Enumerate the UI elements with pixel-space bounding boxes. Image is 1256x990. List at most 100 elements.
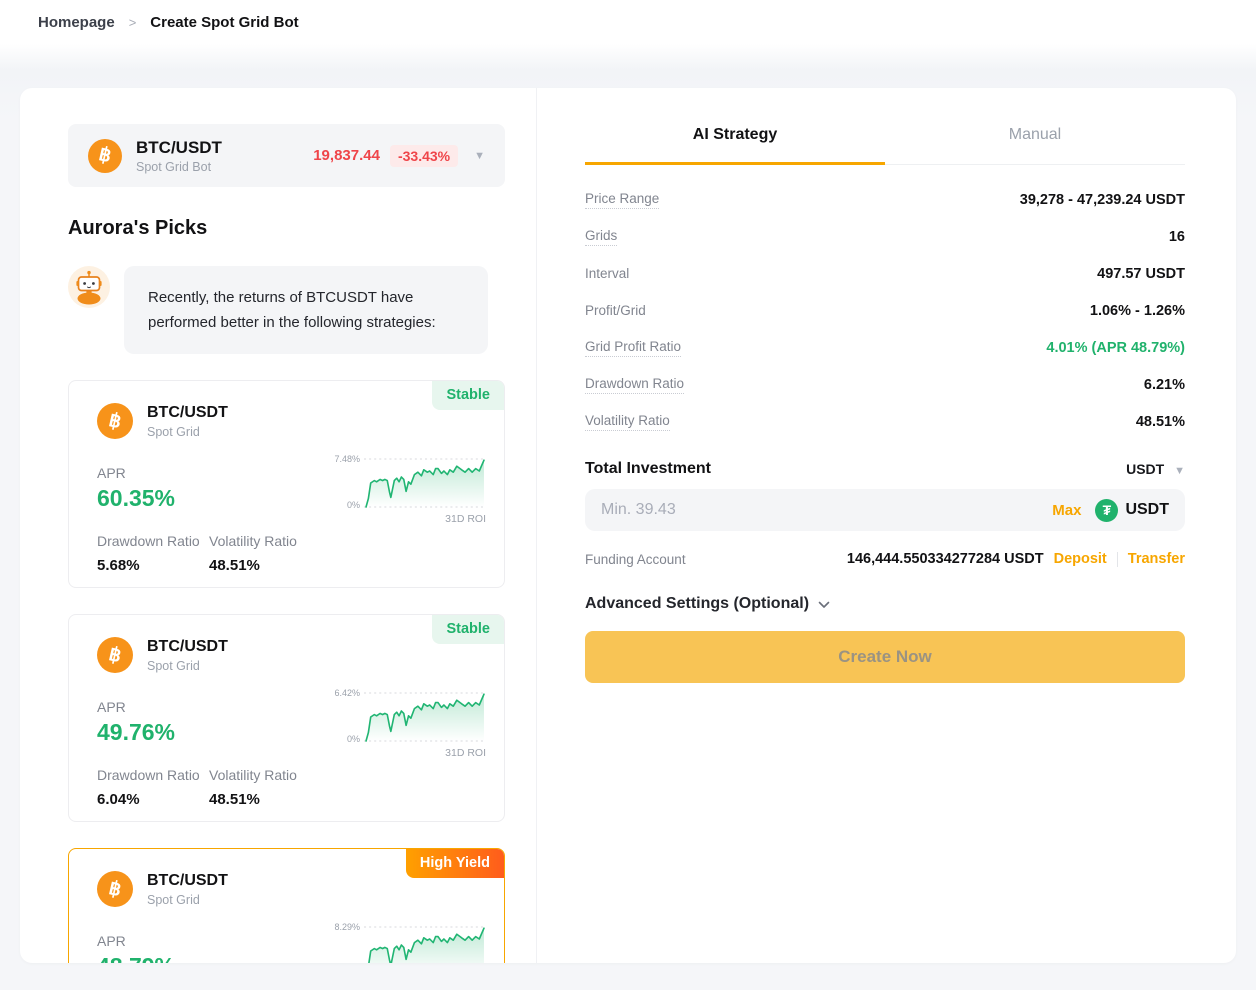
- card-pair: BTC/USDT: [147, 871, 228, 891]
- tab-ai-strategy[interactable]: AI Strategy: [585, 114, 885, 165]
- chevron-down-icon: [818, 598, 830, 612]
- advanced-settings-label: Advanced Settings (Optional): [585, 595, 809, 613]
- sparkline-caption: 31D ROI: [445, 747, 486, 759]
- max-button[interactable]: Max: [1052, 502, 1081, 519]
- card-badge: High Yield: [406, 849, 504, 878]
- strategy-card[interactable]: Stable ฿ BTC/USDT Spot Grid APR 49.76% 6…: [68, 614, 505, 822]
- pair-subtitle: Spot Grid Bot: [136, 160, 222, 174]
- parameter-list: Price Range 39,278 - 47,239.24 USDT Grid…: [585, 181, 1185, 440]
- transfer-link[interactable]: Transfer: [1128, 551, 1185, 567]
- breadcrumb: Homepage > Create Spot Grid Bot: [0, 0, 1256, 31]
- roi-sparkline-chart: 6.42% 0% 31D ROI: [326, 689, 488, 763]
- param-label: Interval: [585, 266, 629, 281]
- main-panel: ฿ BTC/USDT Spot Grid Bot 19,837.44 -33.4…: [20, 88, 1236, 963]
- sparkline-min-label: 0%: [326, 734, 360, 744]
- advice-bubble: Recently, the returns of BTCUSDT have pe…: [124, 266, 488, 354]
- param-label: Drawdown Ratio: [585, 376, 684, 394]
- left-column: ฿ BTC/USDT Spot Grid Bot 19,837.44 -33.4…: [20, 88, 537, 963]
- btc-icon: ฿: [97, 637, 133, 673]
- robot-avatar-icon: [68, 266, 110, 308]
- drawdown-value: 6.04%: [97, 791, 140, 808]
- investment-input-container: Max ₮ USDT: [585, 489, 1185, 531]
- param-row-profit-grid: Profit/Grid 1.06% - 1.26%: [585, 292, 1185, 329]
- sparkline-max-label: 8.29%: [326, 922, 360, 932]
- apr-value: 60.35%: [97, 485, 175, 512]
- param-label: Grids: [585, 228, 617, 246]
- tab-manual[interactable]: Manual: [885, 114, 1185, 165]
- card-badge: Stable: [432, 381, 504, 410]
- param-row-drawdown-ratio: Drawdown Ratio 6.21%: [585, 366, 1185, 403]
- breadcrumb-separator-icon: >: [129, 15, 137, 30]
- create-now-button[interactable]: Create Now: [585, 631, 1185, 683]
- funding-balance: 146,444.550334277284 USDT: [847, 551, 1044, 567]
- apr-label: APR: [97, 465, 126, 481]
- page-title: Create Spot Grid Bot: [150, 14, 298, 31]
- deposit-link[interactable]: Deposit: [1054, 551, 1107, 567]
- sparkline-min-label: 0%: [326, 500, 360, 510]
- chevron-down-icon: ▼: [1174, 465, 1185, 477]
- sparkline-caption: 31D ROI: [445, 513, 486, 525]
- roi-sparkline-chart: 7.48% 0% 31D ROI: [326, 455, 488, 529]
- pair-name: BTC/USDT: [136, 137, 222, 158]
- param-row-grids: Grids 16: [585, 218, 1185, 255]
- breadcrumb-home-link[interactable]: Homepage: [38, 14, 115, 31]
- card-pair: BTC/USDT: [147, 637, 228, 657]
- param-label: Profit/Grid: [585, 303, 646, 318]
- strategy-tabs: AI Strategy Manual: [585, 114, 1185, 165]
- strategy-card[interactable]: Stable ฿ BTC/USDT Spot Grid APR 60.35% 7…: [68, 380, 505, 588]
- param-label: Grid Profit Ratio: [585, 339, 681, 357]
- usdt-icon: ₮: [1095, 499, 1118, 522]
- btc-icon: ฿: [97, 871, 133, 907]
- drawdown-label: Drawdown Ratio: [97, 533, 200, 549]
- investment-amount-input[interactable]: [601, 501, 1052, 519]
- param-row-price-range: Price Range 39,278 - 47,239.24 USDT: [585, 181, 1185, 218]
- volatility-value: 48.51%: [209, 557, 260, 574]
- param-value: 497.57 USDT: [1097, 266, 1185, 282]
- card-subtitle: Spot Grid: [147, 893, 228, 907]
- strategy-settings-column: AI Strategy Manual Price Range 39,278 - …: [537, 88, 1236, 963]
- chevron-down-icon[interactable]: ▼: [474, 150, 485, 162]
- card-subtitle: Spot Grid: [147, 659, 228, 673]
- param-value: 16: [1169, 229, 1185, 245]
- usdt-unit-label: USDT: [1125, 501, 1169, 519]
- param-value: 6.21%: [1144, 377, 1185, 393]
- pair-price: 19,837.44: [313, 147, 380, 164]
- sparkline-max-label: 6.42%: [326, 688, 360, 698]
- param-row-grid-profit-ratio: Grid Profit Ratio 4.01% (APR 48.79%): [585, 329, 1185, 366]
- pair-change-badge: -33.43%: [390, 145, 458, 167]
- drawdown-value: 5.68%: [97, 557, 140, 574]
- divider: [1117, 552, 1118, 567]
- param-value: 4.01% (APR 48.79%): [1046, 340, 1185, 356]
- param-label: Volatility Ratio: [585, 413, 670, 431]
- picks-title: Aurora's Picks: [68, 217, 505, 240]
- currency-selector[interactable]: USDT ▼: [1126, 461, 1185, 477]
- advanced-settings-toggle[interactable]: Advanced Settings (Optional): [585, 595, 1185, 613]
- total-investment-title: Total Investment: [585, 460, 711, 478]
- volatility-value: 48.51%: [209, 791, 260, 808]
- apr-label: APR: [97, 933, 126, 949]
- apr-value: 49.76%: [97, 719, 175, 746]
- funding-account-row: Funding Account 146,444.550334277284 USD…: [585, 545, 1185, 573]
- sparkline-max-label: 7.48%: [326, 454, 360, 464]
- card-badge: Stable: [432, 615, 504, 644]
- btc-icon: ฿: [97, 403, 133, 439]
- advice-row: Recently, the returns of BTCUSDT have pe…: [68, 266, 505, 354]
- param-label: Price Range: [585, 191, 659, 209]
- pair-selector[interactable]: ฿ BTC/USDT Spot Grid Bot 19,837.44 -33.4…: [68, 124, 505, 187]
- param-row-interval: Interval 497.57 USDT: [585, 255, 1185, 292]
- drawdown-label: Drawdown Ratio: [97, 767, 200, 783]
- volatility-label: Volatility Ratio: [209, 767, 297, 783]
- roi-sparkline-chart: 8.29% 0% 31D ROI: [326, 923, 488, 963]
- card-pair: BTC/USDT: [147, 403, 228, 423]
- param-value: 39,278 - 47,239.24 USDT: [1020, 192, 1185, 208]
- apr-value: 48.79%: [97, 953, 175, 963]
- volatility-label: Volatility Ratio: [209, 533, 297, 549]
- btc-icon: ฿: [88, 139, 122, 173]
- param-row-volatility-ratio: Volatility Ratio 48.51%: [585, 403, 1185, 440]
- param-value: 48.51%: [1136, 414, 1185, 430]
- card-subtitle: Spot Grid: [147, 425, 228, 439]
- apr-label: APR: [97, 699, 126, 715]
- param-value: 1.06% - 1.26%: [1090, 303, 1185, 319]
- total-investment-header: Total Investment USDT ▼: [585, 452, 1185, 486]
- strategy-card-selected[interactable]: High Yield ฿ BTC/USDT Spot Grid APR 48.7…: [68, 848, 505, 963]
